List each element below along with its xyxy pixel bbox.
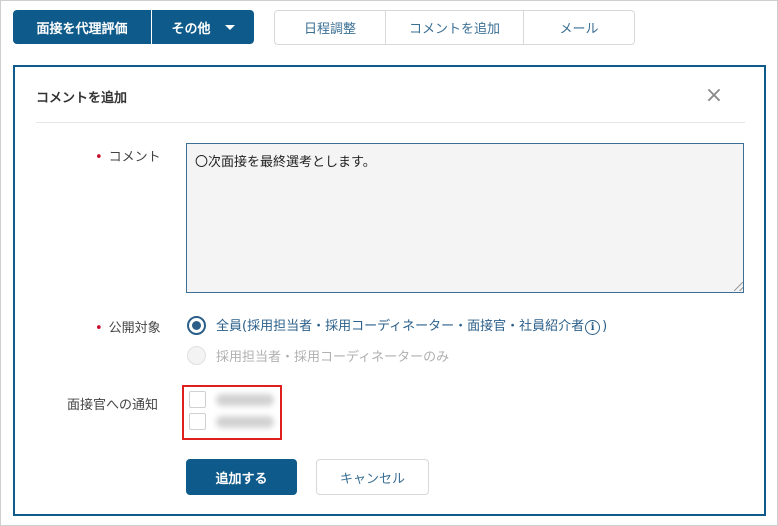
scope-option-all[interactable]: 全員(採用担当者・採用コーディネーター・面接官・社員紹介者 i) <box>187 315 607 335</box>
scope-option-all-label: 全員(採用担当者・採用コーディネーター・面接官・社員紹介者 i) <box>216 315 607 335</box>
add-comment-modal: コメントを追加 × • コメント 〇次面接を最終選考とします。 • 公開対象 全員(… <box>13 65 766 516</box>
scope-option-limited[interactable]: 採用担当者・採用コーディネーターのみ <box>187 346 449 365</box>
comment-label-text: コメント <box>108 150 161 165</box>
scope-label-text: 公開対象 <box>108 321 161 336</box>
cancel-button[interactable]: キャンセル <box>316 459 429 495</box>
comment-textarea[interactable]: 〇次面接を最終選考とします。 <box>186 143 744 293</box>
radio-all[interactable] <box>187 315 206 335</box>
schedule-label: 日程調整 <box>303 22 356 37</box>
submit-label: 追加する <box>215 471 268 487</box>
proxy-evaluate-button[interactable]: 面接を代理評価 <box>13 10 151 44</box>
scope-option-limited-label: 採用担当者・採用コーディネーターのみ <box>216 350 450 365</box>
add-comment-label: コメントを追加 <box>408 22 500 37</box>
radio-limited[interactable] <box>187 346 206 365</box>
chevron-down-icon <box>224 24 235 30</box>
notify-label: 面接官への通知 <box>67 398 159 413</box>
required-mark: • <box>95 321 103 336</box>
other-dropdown-button[interactable]: その他 <box>152 10 254 44</box>
schedule-button[interactable]: 日程調整 <box>275 11 385 44</box>
modal-title: コメントを追加 <box>36 91 128 106</box>
redacted-name <box>216 393 274 406</box>
mail-label: メール <box>559 22 599 37</box>
redacted-name <box>216 415 274 428</box>
resize-grip-icon[interactable] <box>734 282 743 291</box>
scope-label: • 公開対象 <box>95 317 161 336</box>
scope-option-all-close: ) <box>602 319 608 334</box>
comment-label: • コメント <box>95 146 161 165</box>
mail-button[interactable]: メール <box>523 11 634 44</box>
required-mark: • <box>95 150 103 165</box>
other-label: その他 <box>171 21 211 37</box>
info-icon[interactable]: i <box>585 320 601 335</box>
interviewer-checkbox[interactable] <box>189 413 206 430</box>
submit-button[interactable]: 追加する <box>186 459 297 495</box>
action-button-group: 日程調整 コメントを追加 メール <box>274 10 635 45</box>
interviewer-notify-item[interactable] <box>189 413 274 430</box>
modal-divider <box>36 122 745 123</box>
scope-option-all-text: 全員(採用担当者・採用コーディネーター・面接官・社員紹介者 <box>216 319 585 334</box>
interviewer-notify-item[interactable] <box>189 391 274 408</box>
proxy-evaluate-label: 面接を代理評価 <box>36 21 128 37</box>
cancel-label: キャンセル <box>339 471 405 487</box>
add-comment-button[interactable]: コメントを追加 <box>385 11 523 44</box>
close-icon[interactable]: × <box>701 83 727 109</box>
interviewer-checkbox[interactable] <box>189 391 206 408</box>
